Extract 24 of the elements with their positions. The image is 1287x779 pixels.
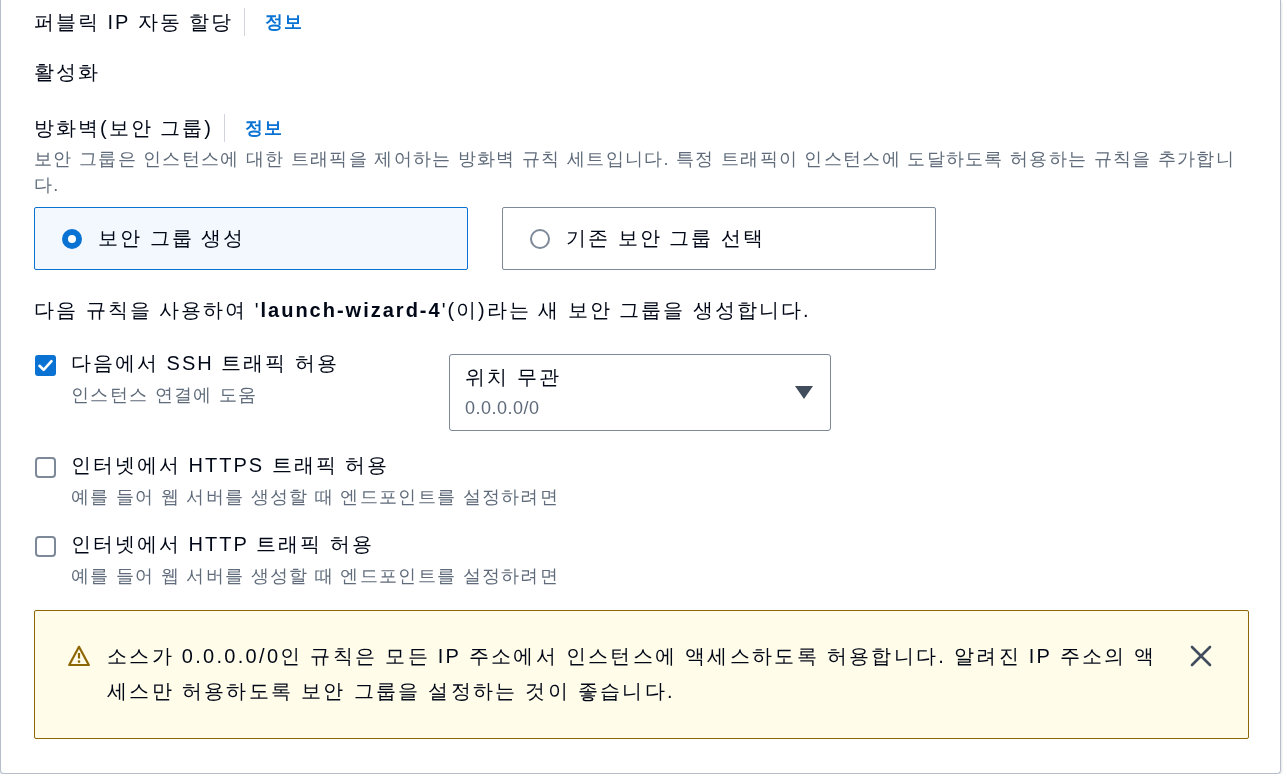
rule-label: 다음에서 SSH 트래픽 허용 <box>71 351 339 376</box>
checkbox[interactable] <box>35 536 56 557</box>
warning-icon <box>68 645 90 667</box>
source-select[interactable]: 위치 무관 0.0.0.0/0 <box>449 354 831 431</box>
rule-label: 인터넷에서 HTTP 트래픽 허용 <box>71 532 374 557</box>
summary-text: 다음 규칙을 사용하여 'launch-wizard-4'(이)라는 새 보안 그룹을 생성합니다. <box>34 298 812 323</box>
info-link[interactable]: 정보 <box>265 9 304 35</box>
field-label: 방화벽(보안 그룹) <box>34 116 213 141</box>
caret-icon <box>795 386 813 399</box>
rule-description: 예를 들어 웹 서버를 생성할 때 엔드포인트를 설정하려면 <box>71 565 559 588</box>
field-label: 퍼블릭 IP 자동 할당 <box>34 10 234 35</box>
checkbox[interactable] <box>35 355 56 376</box>
option-tile[interactable]: 보안 그룹 생성 <box>34 207 468 270</box>
rule-description: 인스턴스 연결에 도움 <box>71 384 258 407</box>
close-button[interactable] <box>1190 645 1212 667</box>
field-description: 보안 그룹은 인스턴스에 대한 트래픽을 제어하는 방화벽 규칙 세트입니다. 특정 트래픽이 인스턴스에 도달하도록 허용하는 규칙을 추가합니다. <box>34 148 1236 197</box>
field-value: 활성화 <box>34 60 101 85</box>
option-tile[interactable]: 기존 보안 그룹 선택 <box>502 207 936 270</box>
rule-label: 인터넷에서 HTTPS 트래픽 허용 <box>71 453 390 478</box>
close-icon <box>1190 645 1212 667</box>
alert-message: 소스가 0.0.0.0/0인 규칙은 모든 IP 주소에서 인스턴스에 액세스하도록 허용합니다. 알려진 IP 주소의 액세스만 허용하도록 보안 그룹을 설정하는 것이 좋습니다. <box>107 644 1158 704</box>
info-link[interactable]: 정보 <box>244 115 283 141</box>
rule-description: 예를 들어 웹 서버를 생성할 때 엔드포인트를 설정하려면 <box>71 486 559 509</box>
checkbox[interactable] <box>35 457 56 478</box>
